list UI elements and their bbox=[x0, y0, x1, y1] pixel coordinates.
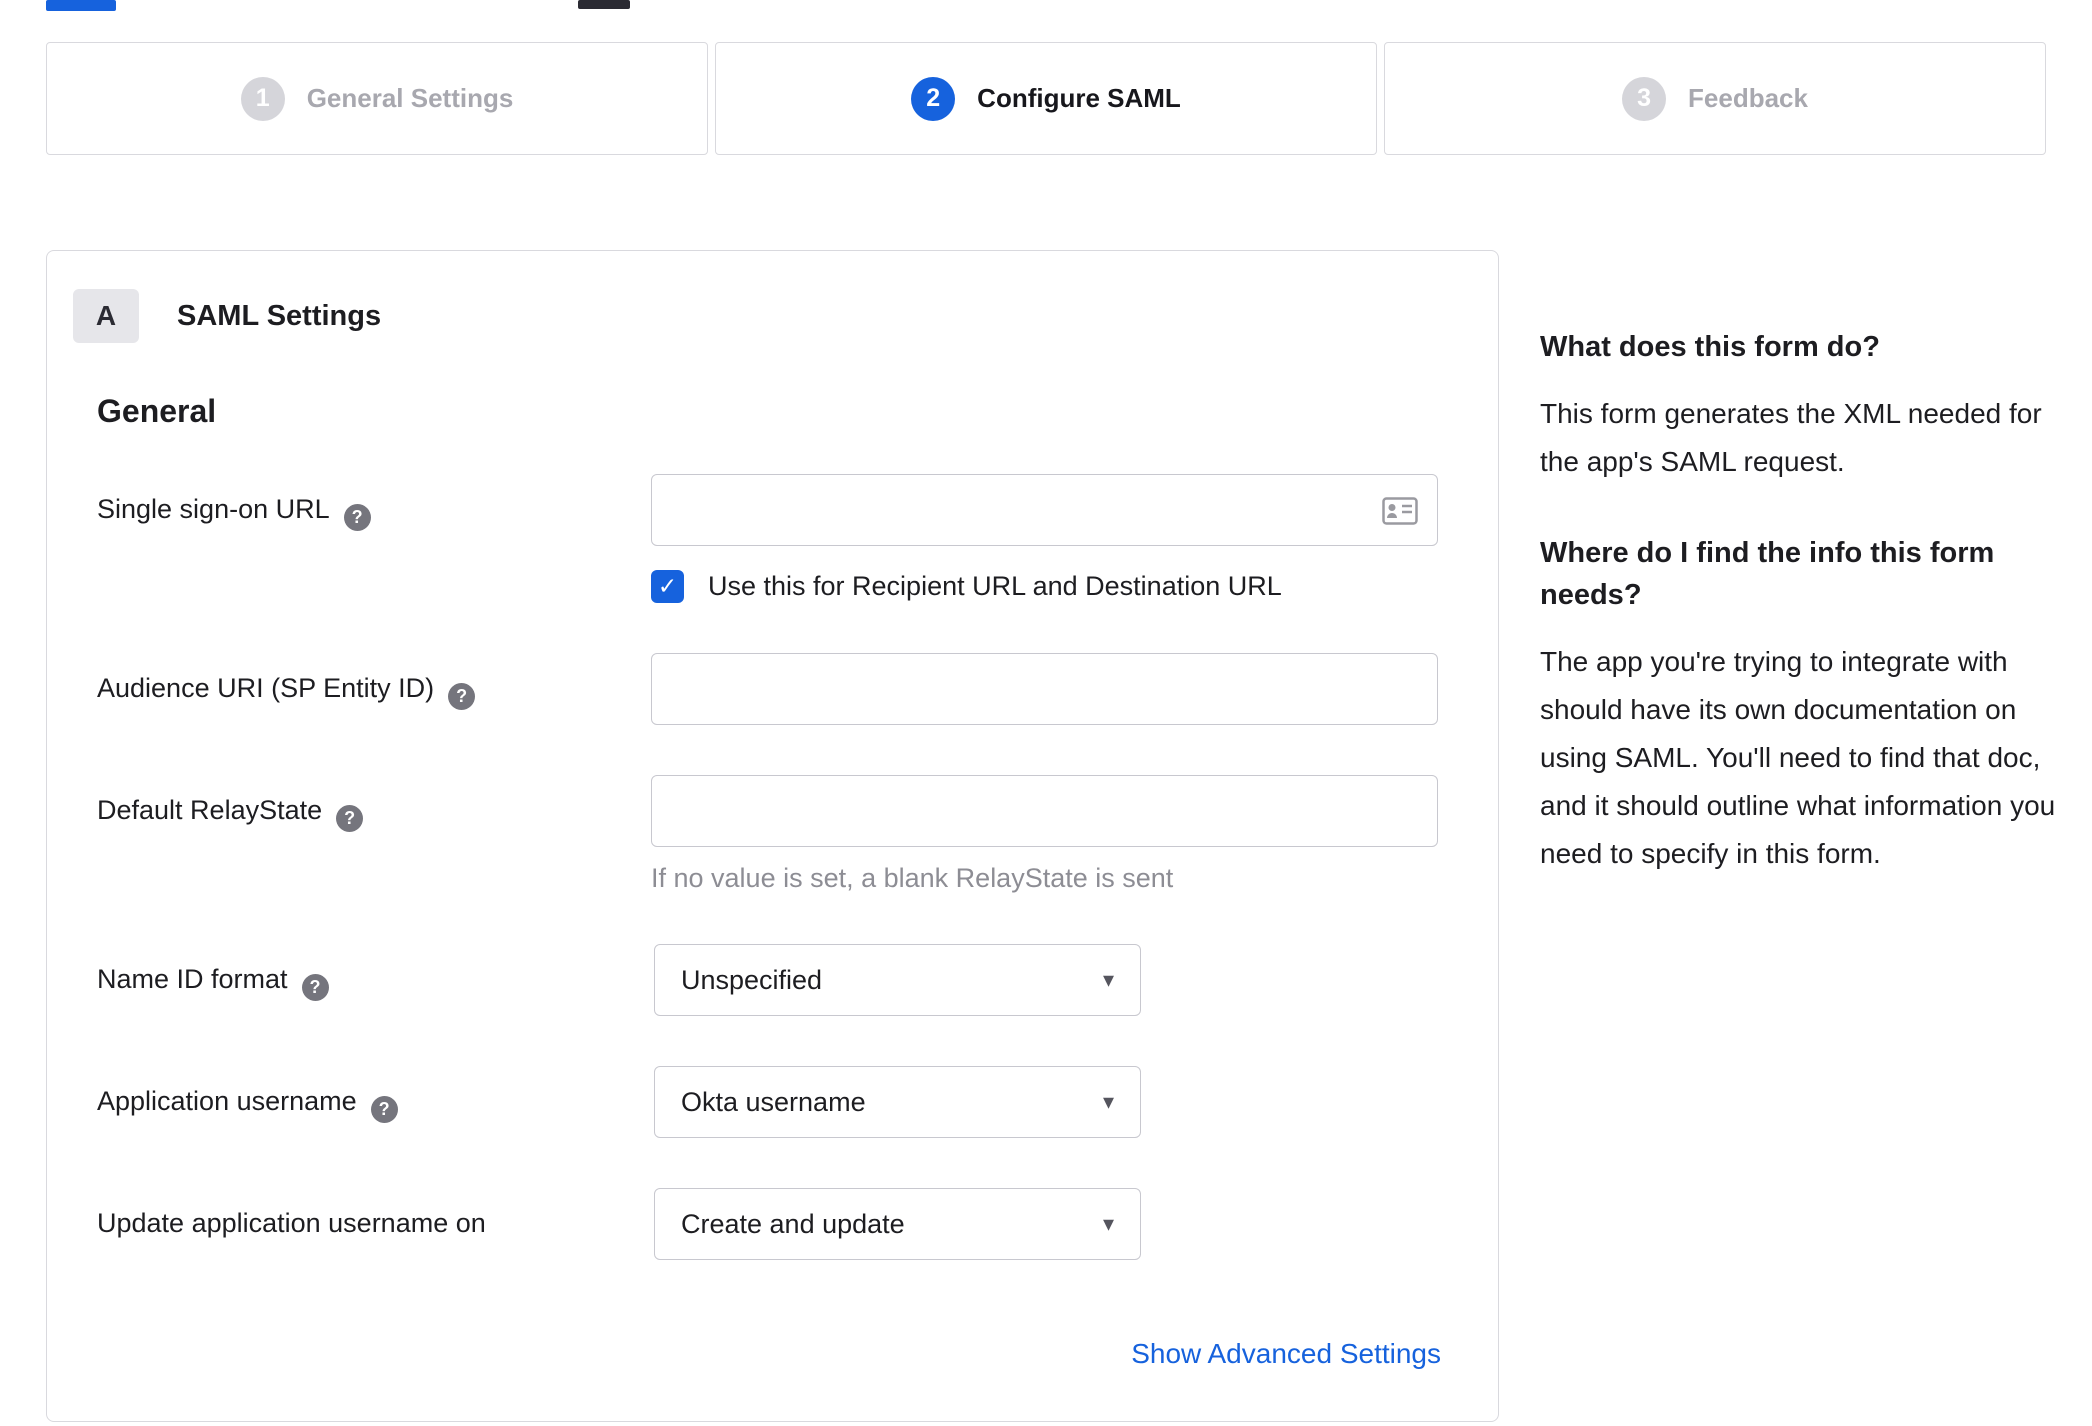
name-id-format-label: Name ID format bbox=[97, 964, 288, 994]
sso-url-input[interactable] bbox=[651, 474, 1438, 546]
field-label: Default RelayState? bbox=[97, 775, 651, 894]
update-username-select[interactable]: Create and update ▾ bbox=[654, 1188, 1141, 1260]
show-advanced-settings-link[interactable]: Show Advanced Settings bbox=[1131, 1338, 1441, 1369]
relay-state-label: Default RelayState bbox=[97, 795, 323, 825]
field-label: Single sign-on URL? bbox=[97, 474, 651, 603]
application-username-label: Application username bbox=[97, 1086, 357, 1116]
help-icon[interactable]: ? bbox=[336, 805, 364, 832]
step-general-settings[interactable]: 1 General Settings bbox=[46, 42, 708, 155]
audience-uri-input[interactable] bbox=[651, 653, 1438, 725]
saml-settings-panel: A SAML Settings General Single sign-on U… bbox=[46, 250, 1499, 1422]
chevron-down-icon: ▾ bbox=[1102, 967, 1114, 992]
audience-uri-label: Audience URI (SP Entity ID) bbox=[97, 673, 435, 703]
field-row-audience-uri: Audience URI (SP Entity ID)? bbox=[97, 653, 1438, 725]
field-label: Update application username on bbox=[97, 1188, 654, 1260]
advanced-settings-row: Show Advanced Settings bbox=[97, 1338, 1441, 1370]
sidebar-question-2: Where do I find the info this form needs… bbox=[1540, 537, 1995, 611]
help-icon[interactable]: ? bbox=[370, 1096, 398, 1123]
step-number-badge: 3 bbox=[1622, 76, 1667, 121]
step-label: Feedback bbox=[1688, 83, 1808, 113]
step-label: General Settings bbox=[306, 83, 514, 113]
recipient-url-checkbox[interactable]: ✓ bbox=[651, 570, 684, 603]
recipient-url-checkbox-label: Use this for Recipient URL and Destinati… bbox=[708, 571, 1282, 601]
update-username-label: Update application username on bbox=[97, 1208, 486, 1238]
chevron-down-icon: ▾ bbox=[1102, 1089, 1114, 1114]
selected-value: Okta username bbox=[681, 1086, 866, 1117]
step-number-badge: 2 bbox=[911, 76, 956, 121]
field-row-sso-url: Single sign-on URL? ✓ Use this for Recip… bbox=[97, 474, 1438, 603]
help-icon[interactable]: ? bbox=[343, 504, 371, 531]
application-username-select[interactable]: Okta username ▾ bbox=[654, 1066, 1141, 1138]
sidebar-answer-2: The app you're trying to integrate with … bbox=[1540, 646, 2056, 869]
field-row-update-username: Update application username on Create an… bbox=[97, 1188, 1438, 1260]
chevron-down-icon: ▾ bbox=[1102, 1211, 1114, 1236]
sidebar-answer-1: This form generates the XML needed for t… bbox=[1540, 398, 2042, 477]
step-number-badge: 1 bbox=[240, 76, 285, 121]
field-label: Audience URI (SP Entity ID)? bbox=[97, 653, 651, 725]
panel-title: SAML Settings bbox=[177, 299, 382, 332]
field-row-name-id-format: Name ID format? Unspecified ▾ bbox=[97, 944, 1438, 1016]
recipient-url-checkbox-row: ✓ Use this for Recipient URL and Destina… bbox=[651, 570, 1438, 603]
field-label: Name ID format? bbox=[97, 944, 654, 1016]
section-a-badge: A bbox=[73, 289, 139, 343]
contact-card-icon bbox=[1382, 497, 1418, 530]
selected-value: Unspecified bbox=[681, 964, 823, 995]
wizard-stepper: 1 General Settings 2 Configure SAML 3 Fe… bbox=[46, 42, 2046, 155]
name-id-format-select[interactable]: Unspecified ▾ bbox=[654, 944, 1141, 1016]
cropped-app-icon-fragment bbox=[578, 0, 630, 9]
step-feedback[interactable]: 3 Feedback bbox=[1384, 42, 2046, 155]
relay-state-input[interactable] bbox=[651, 775, 1438, 847]
selected-value: Create and update bbox=[681, 1208, 905, 1239]
help-icon[interactable]: ? bbox=[448, 683, 476, 710]
help-sidebar: What does this form do? This form genera… bbox=[1540, 326, 2070, 924]
field-label: Application username? bbox=[97, 1066, 654, 1138]
panel-header: A SAML Settings bbox=[73, 289, 1438, 343]
relay-state-hint: If no value is set, a blank RelayState i… bbox=[651, 863, 1174, 893]
step-configure-saml[interactable]: 2 Configure SAML bbox=[715, 42, 1377, 155]
step-label: Configure SAML bbox=[977, 83, 1181, 113]
help-icon[interactable]: ? bbox=[301, 974, 329, 1001]
sidebar-question-1: What does this form do? bbox=[1540, 331, 1880, 363]
sso-url-label: Single sign-on URL bbox=[97, 494, 330, 524]
field-row-application-username: Application username? Okta username ▾ bbox=[97, 1066, 1438, 1138]
general-section-heading: General bbox=[97, 393, 217, 429]
cropped-page-header-fragment bbox=[46, 0, 116, 11]
field-row-relay-state: Default RelayState? If no value is set, … bbox=[97, 775, 1438, 894]
